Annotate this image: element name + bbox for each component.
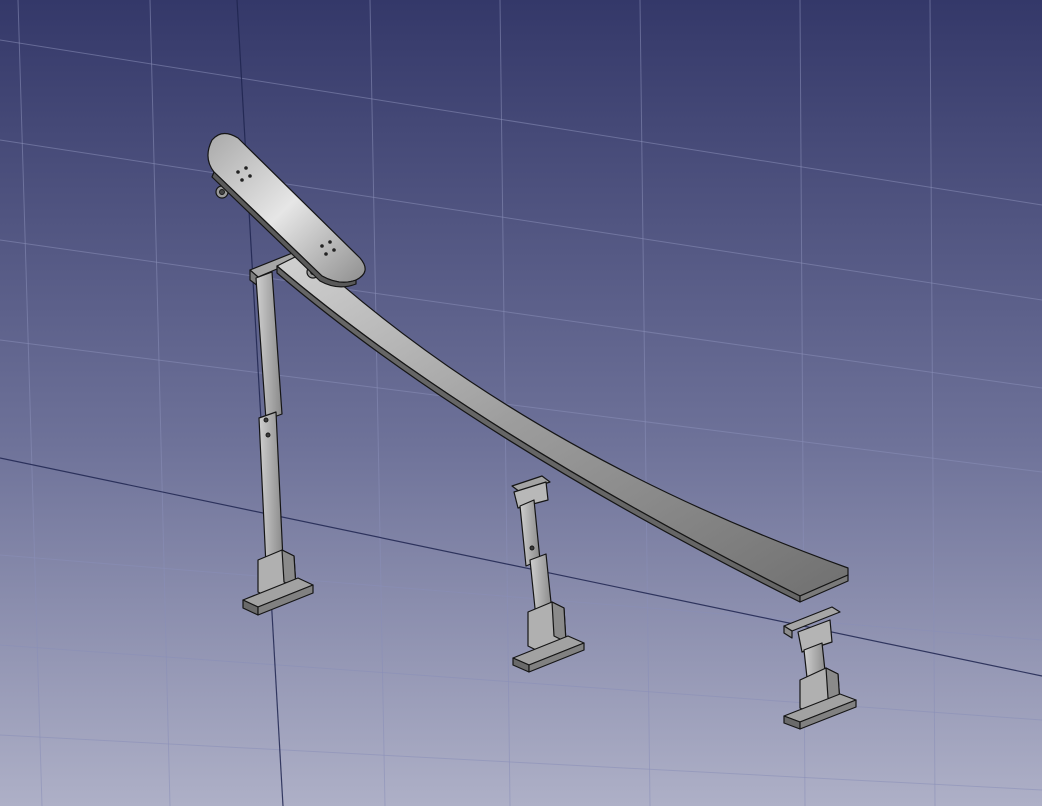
- viewport-background: [0, 0, 1042, 806]
- 3d-viewport[interactable]: [0, 0, 1042, 806]
- 3d-scene[interactable]: [0, 0, 1042, 806]
